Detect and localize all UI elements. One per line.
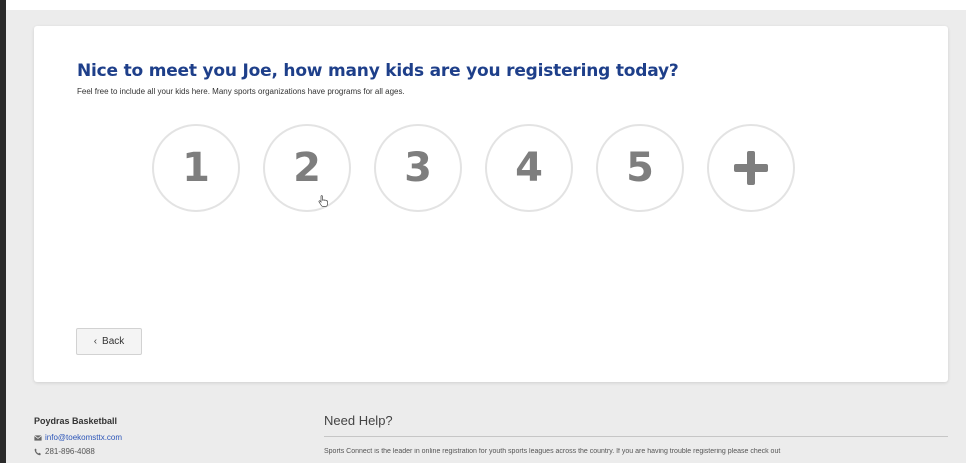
- contact-email-row: info@toekomsttx.com: [34, 433, 122, 442]
- hand-cursor-icon: [318, 195, 328, 207]
- kid-count-option-label: 3: [404, 145, 432, 191]
- kid-count-option-4[interactable]: 4: [485, 124, 573, 212]
- help-heading: Need Help?: [324, 413, 393, 428]
- top-strip: [6, 0, 966, 10]
- help-divider: [324, 436, 948, 437]
- page-subtitle: Feel free to include all your kids here.…: [77, 87, 405, 96]
- organization-name: Poydras Basketball: [34, 416, 118, 426]
- kid-count-more-button[interactable]: [707, 124, 795, 212]
- kid-count-option-3[interactable]: 3: [374, 124, 462, 212]
- site-footer: Poydras Basketball info@toekomsttx.com 2…: [0, 392, 966, 463]
- kid-count-option-label: 4: [515, 145, 543, 191]
- kid-count-option-1[interactable]: 1: [152, 124, 240, 212]
- plus-icon: [734, 151, 768, 185]
- kid-count-option-2[interactable]: 2: [263, 124, 351, 212]
- phone-icon: [34, 448, 41, 455]
- contact-phone-number: 281-896-4088: [45, 447, 95, 456]
- kid-count-option-label: 5: [626, 145, 654, 191]
- kid-count-option-5[interactable]: 5: [596, 124, 684, 212]
- page-title: Nice to meet you Joe, how many kids are …: [77, 61, 679, 81]
- contact-email-link[interactable]: info@toekomsttx.com: [45, 433, 122, 442]
- kid-count-choices: 1 2 3 4 5: [152, 124, 795, 212]
- kid-count-option-label: 1: [182, 145, 210, 191]
- help-text: Sports Connect is the leader in online r…: [324, 448, 781, 455]
- back-button-label: Back: [102, 336, 125, 347]
- contact-phone-row: 281-896-4088: [34, 447, 95, 456]
- back-button[interactable]: ‹ Back: [76, 328, 142, 355]
- mail-icon: [34, 434, 42, 441]
- kid-count-option-label: 2: [293, 145, 321, 191]
- chevron-left-icon: ‹: [93, 335, 98, 347]
- registration-card: Nice to meet you Joe, how many kids are …: [34, 26, 948, 382]
